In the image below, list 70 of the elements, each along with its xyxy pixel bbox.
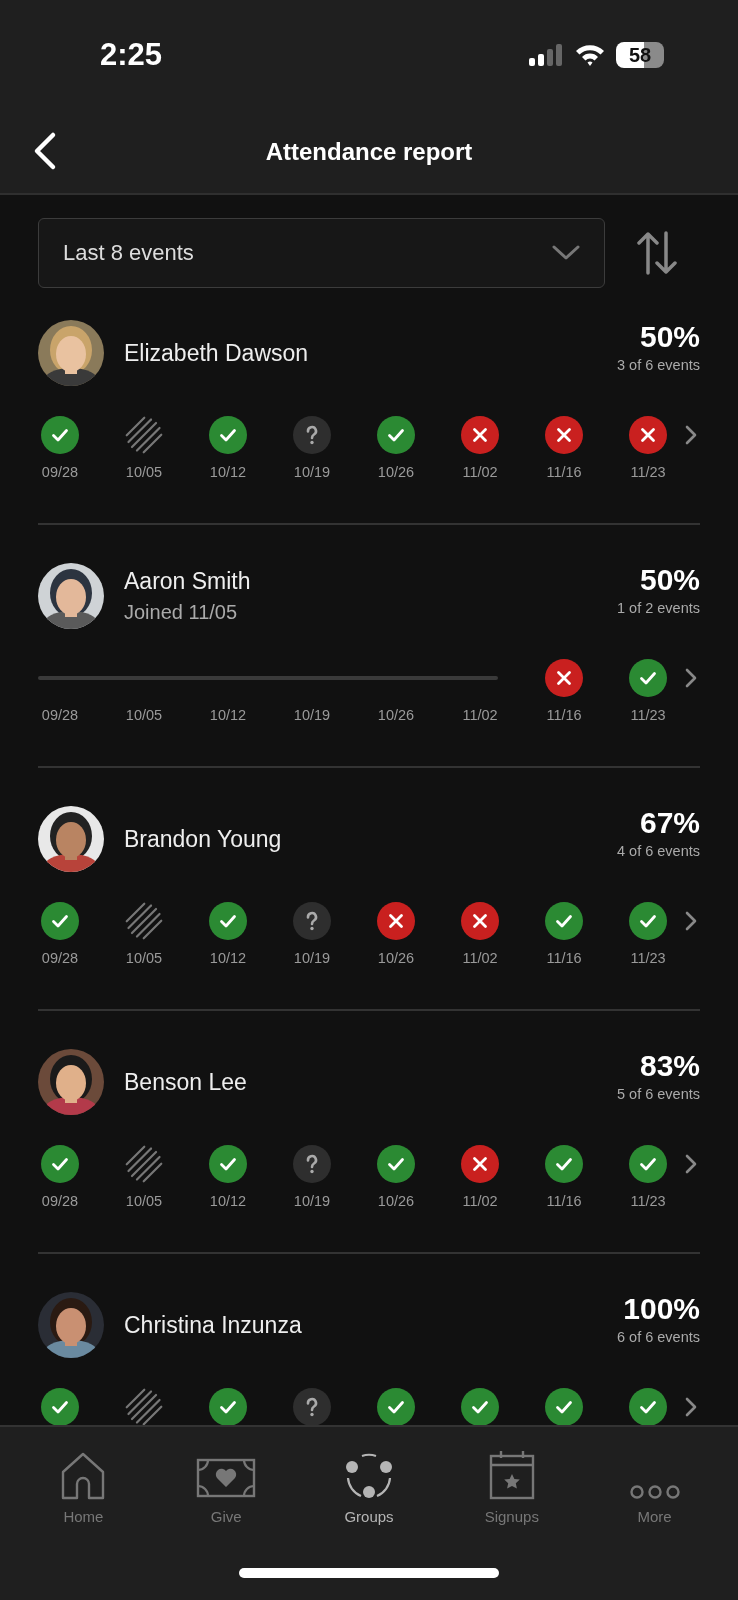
tab-bar-item[interactable]: Groups xyxy=(309,1445,429,1525)
tab-bar-item[interactable]: More xyxy=(594,1445,715,1525)
member-name: Aaron Smith xyxy=(124,568,252,595)
sort-button[interactable] xyxy=(637,231,677,275)
status-time: 2:25 xyxy=(100,37,163,73)
member-name: Brandon Young xyxy=(124,825,283,853)
member-name: Christina Inzunza xyxy=(124,1311,303,1339)
chevron-right-icon[interactable] xyxy=(684,1396,698,1418)
attendance-summary: 5 of 6 events xyxy=(616,1085,700,1102)
event-date: 11/16 xyxy=(545,707,583,723)
event-date: 11/23 xyxy=(629,1193,667,1209)
chevron-right-icon[interactable] xyxy=(684,1153,698,1175)
attendance-summary: 1 of 2 events xyxy=(616,599,700,616)
event-date: 10/12 xyxy=(208,950,248,966)
event-date: 09/28 xyxy=(40,464,80,480)
chevron-right-icon[interactable] xyxy=(684,667,698,689)
event-date: 09/28 xyxy=(40,950,80,966)
joined-date: Joined 11/05 xyxy=(124,601,239,624)
attendance-percent: 50% xyxy=(639,562,700,597)
member-name: Elizabeth Dawson xyxy=(124,339,310,367)
event-date: 11/16 xyxy=(545,950,583,966)
signal-icon xyxy=(528,44,564,66)
event-date: 10/19 xyxy=(292,950,332,966)
event-date: 09/28 xyxy=(40,707,80,723)
event-date: 11/16 xyxy=(545,1193,583,1209)
event-date: 10/19 xyxy=(292,464,332,480)
event-date: 10/26 xyxy=(376,950,416,966)
event-date: 09/28 xyxy=(40,1193,80,1209)
event-date: 10/19 xyxy=(292,1193,332,1209)
attendance-summary: 3 of 6 events xyxy=(616,356,700,373)
wifi-icon xyxy=(574,43,606,67)
event-date: 10/05 xyxy=(124,707,164,723)
event-date: 10/26 xyxy=(376,464,416,480)
event-date: 10/12 xyxy=(208,1193,248,1209)
attendance-percent: 83% xyxy=(639,1048,700,1083)
attendance-percent: 50% xyxy=(639,319,700,354)
battery-indicator: 58 xyxy=(616,42,664,68)
event-date: 10/05 xyxy=(124,950,164,966)
event-date: 10/05 xyxy=(124,1193,164,1209)
chevron-down-icon xyxy=(552,245,580,261)
event-date: 11/23 xyxy=(629,707,667,723)
event-date: 10/26 xyxy=(376,707,416,723)
event-date: 11/23 xyxy=(629,950,667,966)
event-date: 10/12 xyxy=(208,707,248,723)
event-date: 10/26 xyxy=(376,1193,416,1209)
chevron-right-icon[interactable] xyxy=(684,424,698,446)
event-date: 11/02 xyxy=(461,464,499,480)
event-date: 10/12 xyxy=(208,464,248,480)
calendar-star-icon xyxy=(488,1450,535,1500)
event-date: 11/16 xyxy=(545,464,583,480)
tab-bar-item[interactable]: Signups xyxy=(451,1445,572,1525)
event-date: 11/02 xyxy=(461,1193,499,1209)
event-date: 11/02 xyxy=(461,950,499,966)
attendance-percent: 100% xyxy=(623,1291,700,1326)
event-date: 11/23 xyxy=(629,464,667,480)
chevron-right-icon[interactable] xyxy=(684,910,698,932)
tab-bar-item[interactable]: Home xyxy=(23,1445,144,1525)
event-date: 10/05 xyxy=(124,464,164,480)
event-date: 10/19 xyxy=(292,707,332,723)
attendance-summary: 4 of 6 events xyxy=(616,842,700,859)
group-circle-icon xyxy=(344,1452,394,1500)
more-icon xyxy=(628,1484,681,1500)
screen-title: Attendance report xyxy=(265,137,473,166)
event-date: 11/02 xyxy=(461,707,499,723)
heart-banknote-icon xyxy=(196,1456,257,1500)
event-range-dropdown[interactable]: Last 8 events xyxy=(38,218,605,288)
member-name: Benson Lee xyxy=(124,1068,248,1096)
attendance-summary: 6 of 6 events xyxy=(616,1328,700,1345)
tab-bar-item[interactable]: Give xyxy=(166,1445,287,1525)
attendance-percent: 67% xyxy=(639,805,700,840)
